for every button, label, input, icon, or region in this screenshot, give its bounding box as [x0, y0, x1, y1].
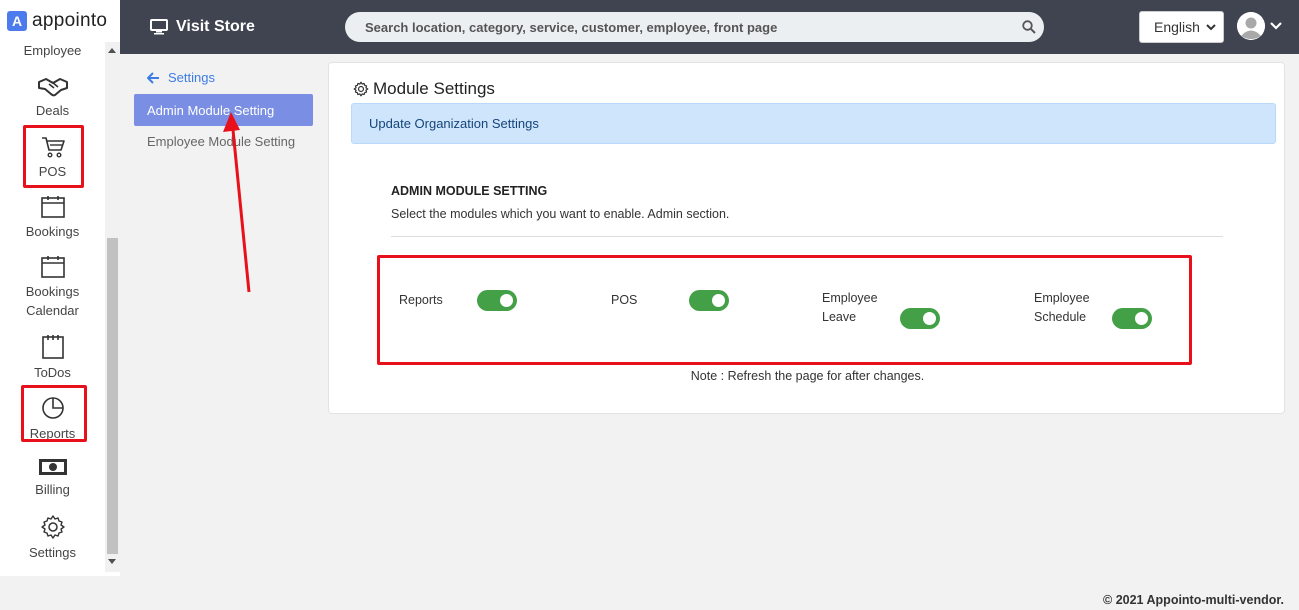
chevron-down-icon — [1206, 24, 1216, 31]
language-select[interactable]: English — [1139, 11, 1224, 43]
section-description: Select the modules which you want to ena… — [391, 207, 730, 221]
gear-icon — [40, 515, 65, 539]
sidebar-item-label: Bookings Calendar — [25, 284, 80, 318]
sidebar-scrollbar[interactable] — [105, 42, 120, 572]
card-title: Module Settings — [353, 79, 495, 99]
sidebar-item-label: Billing — [35, 482, 70, 497]
sidebar-item-label: Reports — [29, 426, 76, 441]
subnav-admin-module-setting[interactable]: Admin Module Setting — [134, 94, 313, 126]
sidebar-item-reports[interactable]: Reports — [0, 395, 105, 443]
sidebar-item-employee[interactable]: Employee — [0, 41, 105, 60]
avatar — [1237, 12, 1265, 40]
todo-icon — [41, 335, 64, 359]
refresh-note: Note : Refresh the page for after change… — [690, 369, 925, 383]
search-icon[interactable] — [1022, 20, 1036, 34]
calendar-icon — [40, 256, 65, 278]
user-icon — [1237, 12, 1265, 40]
sidebar-item-pos[interactable]: POS — [0, 135, 105, 181]
module-label-reports: Reports — [399, 293, 443, 307]
sidebar-item-label: ToDos — [34, 365, 71, 380]
monitor-icon — [150, 19, 168, 35]
money-icon — [38, 459, 67, 475]
module-settings-card: Module Settings Update Organization Sett… — [328, 62, 1285, 414]
footer-copyright: © 2021 Appointo-multi-vendor. — [1103, 593, 1284, 607]
topbar: Visit Store English — [120, 0, 1299, 54]
subnav-employee-module-setting[interactable]: Employee Module Setting — [147, 134, 295, 149]
sidebar-item-deals[interactable]: Deals — [0, 76, 105, 120]
module-label-employee-leave: Employee Leave — [822, 291, 878, 324]
sidebar-item-billing[interactable]: Billing — [0, 457, 105, 499]
card-title-text: Module Settings — [373, 79, 495, 98]
scroll-up-icon[interactable] — [108, 48, 116, 53]
logo[interactable]: A appointo — [7, 10, 107, 32]
user-menu[interactable] — [1237, 12, 1283, 40]
info-alert: Update Organization Settings — [351, 103, 1276, 144]
handshake-icon — [37, 78, 68, 97]
back-to-settings-link[interactable]: Settings — [147, 70, 215, 85]
sidebar-item-todos[interactable]: ToDos — [0, 334, 105, 382]
toggle-employee-schedule[interactable] — [1112, 308, 1152, 329]
sidebar-item-label: Bookings — [25, 224, 80, 239]
logo-badge: A — [7, 11, 27, 31]
pie-chart-icon — [41, 397, 64, 419]
sidebar-item-label: POS — [38, 164, 67, 179]
sidebar-item-label: Settings — [29, 545, 76, 560]
language-value: English — [1154, 19, 1200, 35]
toggle-pos[interactable] — [689, 290, 729, 311]
visit-store-label: Visit Store — [176, 18, 255, 35]
sidebar-item-label: Employee — [23, 43, 82, 58]
sidebar-item-bookings-calendar[interactable]: Bookings Calendar — [0, 255, 105, 320]
sidebar: A appointo Employee Deals POS Bookings B… — [0, 0, 120, 576]
toggle-employee-leave[interactable] — [900, 308, 940, 329]
scroll-down-icon[interactable] — [108, 559, 116, 564]
visit-store-link[interactable]: Visit Store — [150, 0, 255, 54]
calendar-icon — [40, 196, 65, 218]
arrow-left-icon — [147, 71, 159, 84]
gear-icon — [353, 81, 369, 97]
toggle-reports[interactable] — [477, 290, 517, 311]
module-label-employee-schedule: Employee Schedule — [1034, 291, 1090, 324]
sidebar-item-bookings[interactable]: Bookings — [0, 195, 105, 241]
back-label: Settings — [168, 70, 215, 85]
logo-text: appointo — [32, 10, 108, 31]
scroll-thumb[interactable] — [107, 238, 118, 554]
chevron-down-icon — [1270, 22, 1282, 30]
section-title: ADMIN MODULE SETTING — [391, 184, 548, 198]
sidebar-item-label: Deals — [35, 103, 70, 118]
sidebar-item-settings[interactable]: Settings — [0, 514, 105, 562]
cart-icon — [41, 137, 65, 158]
divider — [391, 236, 1223, 237]
search-input[interactable] — [345, 12, 1044, 42]
module-label-pos: POS — [611, 293, 638, 307]
